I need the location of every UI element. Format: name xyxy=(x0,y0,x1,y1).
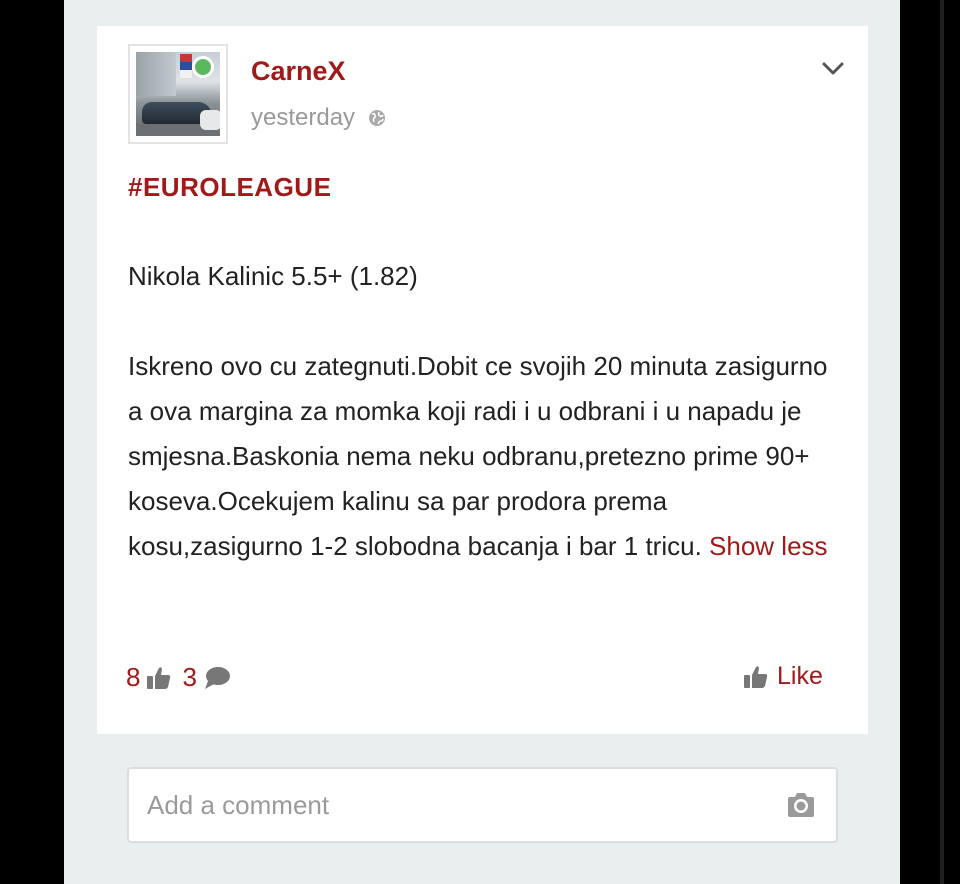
post-timestamp[interactable]: yesterday xyxy=(251,104,355,132)
comment-input[interactable] xyxy=(147,787,747,823)
post-body: Nikola Kalinic 5.5+ (1.82) Iskreno ovo c… xyxy=(128,254,838,569)
comments-count[interactable]: 3 xyxy=(182,662,196,693)
speech-bubble-icon[interactable] xyxy=(203,665,231,691)
show-less-link[interactable]: Show less xyxy=(709,531,828,561)
likes-count[interactable]: 8 xyxy=(126,662,140,693)
post-card: CarneX yesterday #EUROLEAGUE Nikola Kali… xyxy=(97,26,868,734)
like-button[interactable]: Like xyxy=(743,662,823,691)
thumbs-up-icon[interactable] xyxy=(146,665,172,691)
chevron-down-icon[interactable] xyxy=(819,58,847,80)
post-meta: yesterday xyxy=(251,104,387,132)
camera-icon[interactable] xyxy=(785,791,817,819)
online-status-indicator xyxy=(192,56,214,78)
author-name[interactable]: CarneX xyxy=(251,56,346,87)
post-stats: 8 3 xyxy=(126,662,241,693)
comment-box xyxy=(127,767,838,843)
post-pick: Nikola Kalinic 5.5+ (1.82) xyxy=(128,261,418,291)
globe-icon xyxy=(369,110,386,126)
avatar[interactable] xyxy=(128,44,228,144)
post-text-paragraph: Iskreno ovo cu zategnuti.Dobit ce svojih… xyxy=(128,344,838,569)
scrollbar-edge xyxy=(940,0,944,884)
thumbs-up-icon xyxy=(744,665,768,688)
like-button-label: Like xyxy=(777,662,823,690)
hashtag-link[interactable]: #EUROLEAGUE xyxy=(128,172,331,203)
post-text: Iskreno ovo cu zategnuti.Dobit ce svojih… xyxy=(128,351,828,561)
